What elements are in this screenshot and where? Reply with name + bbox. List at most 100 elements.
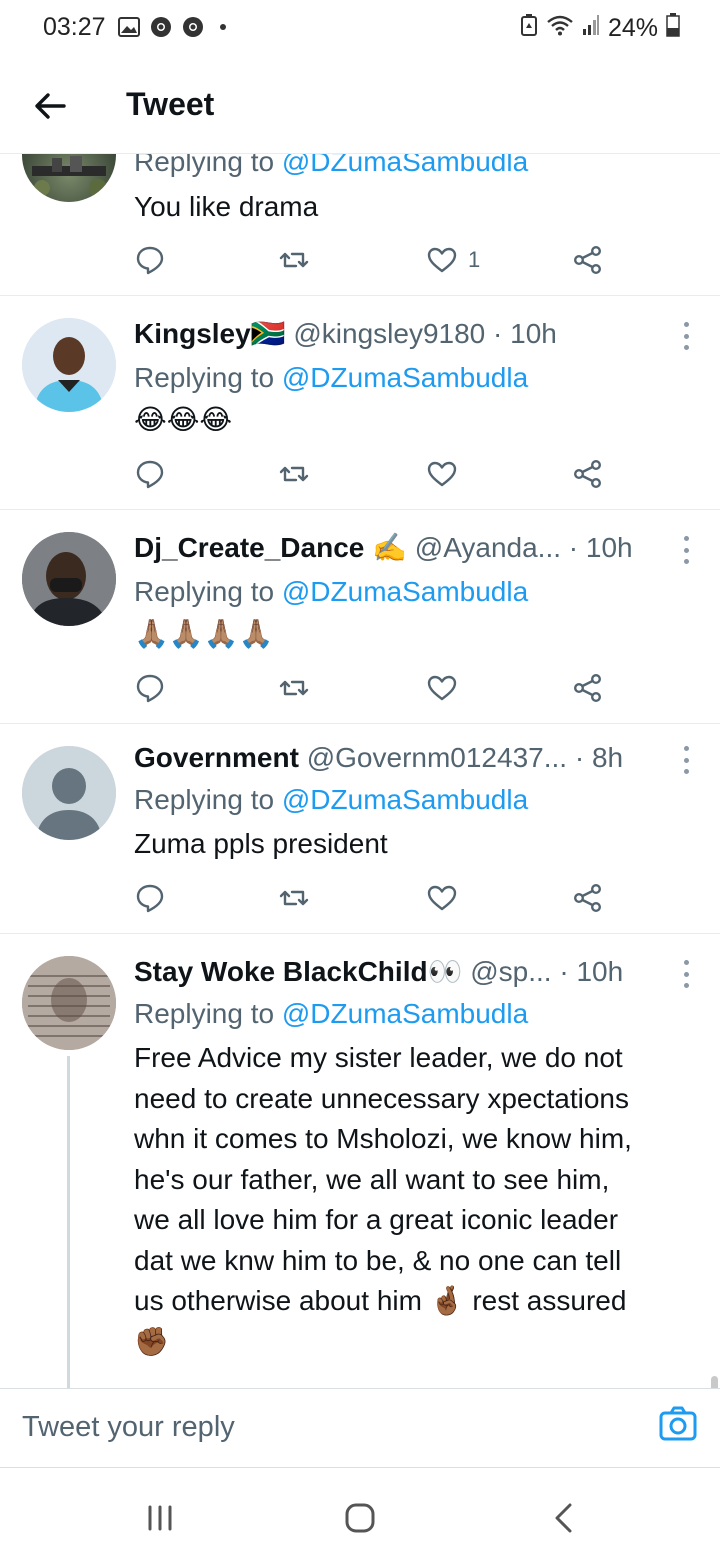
system-navigation-bar: [0, 1468, 720, 1560]
flag-emoji: 🇿🇦: [250, 318, 286, 349]
share-icon: [574, 246, 602, 275]
user-handle[interactable]: @sp...: [470, 956, 551, 987]
more-options-icon[interactable]: [682, 322, 690, 350]
tweet-actions: 1: [134, 240, 614, 280]
more-notifications-dot: [220, 24, 226, 30]
tweet-item[interactable]: Dj_Create_Dance ✍️ @Ayanda... · 10h Repl…: [0, 510, 720, 724]
avatar[interactable]: [22, 746, 116, 840]
reply-context: Replying to @DZumaSambudla: [134, 362, 529, 393]
share-icon: [574, 884, 602, 913]
heart-icon: [427, 675, 457, 701]
avatar[interactable]: [22, 956, 116, 1050]
like-button[interactable]: [426, 668, 458, 708]
camera-icon[interactable]: [658, 1403, 698, 1443]
display-name[interactable]: Dj_Create_Dance: [134, 532, 364, 563]
tweet-text: 😂😂😂: [134, 404, 233, 435]
reply-feed[interactable]: Replying to @DZumaSambudla You like dram…: [0, 154, 720, 1388]
avatar[interactable]: [22, 154, 116, 202]
like-button[interactable]: [426, 878, 458, 918]
back-arrow-icon[interactable]: [30, 86, 70, 126]
reply-to-link[interactable]: @DZumaSambudla: [282, 998, 528, 1029]
top-app-bar: Tweet: [0, 58, 720, 154]
tweet-header: Kingsley🇿🇦 @kingsley9180 · 10h: [134, 314, 650, 354]
reply-icon: [136, 884, 164, 913]
tweet-text-line: whn it comes to Msholozi, we know him,: [134, 1123, 632, 1154]
more-options-icon[interactable]: [682, 536, 690, 564]
tweet-text-line: Free Advice my sister leader, we do not: [134, 1042, 623, 1073]
retweet-button[interactable]: [278, 454, 310, 494]
avatar[interactable]: [22, 318, 116, 412]
default-avatar-icon: [22, 746, 116, 840]
timestamp: · 10h: [493, 318, 557, 349]
tweet-header: Dj_Create_Dance ✍️ @Ayanda... · 10h: [134, 528, 664, 568]
notification-icons: [118, 16, 226, 38]
display-name[interactable]: Kingsley: [134, 318, 251, 349]
status-right: 24%: [520, 13, 680, 44]
reply-button[interactable]: [134, 454, 166, 494]
tweet-actions: [134, 454, 614, 494]
user-handle[interactable]: @Ayanda...: [415, 532, 561, 563]
tweet-actions: [134, 878, 614, 918]
retweet-icon: [279, 890, 309, 906]
eyes-emoji: 👀: [427, 956, 463, 987]
like-button[interactable]: [426, 454, 458, 494]
reply-icon: [136, 460, 164, 489]
timestamp: · 10h: [568, 532, 633, 563]
avatar[interactable]: [22, 532, 116, 626]
tweet-text-line: dat we knw him to be, & no one can tell: [134, 1244, 622, 1276]
chrome-icon: [182, 16, 204, 38]
like-count: 1: [468, 247, 481, 272]
reply-context: Replying to @DZumaSambudla: [134, 998, 529, 1029]
share-button[interactable]: [572, 878, 604, 918]
home-icon[interactable]: [340, 1498, 380, 1538]
retweet-button[interactable]: [278, 878, 310, 918]
retweet-button[interactable]: [278, 668, 310, 708]
tweet-text-line: us otherwise about him 🤞🏾 rest assured: [134, 1285, 627, 1316]
like-button[interactable]: 1: [426, 240, 480, 280]
reply-to-link[interactable]: @DZumaSambudla: [282, 362, 528, 393]
heart-icon: [427, 247, 457, 273]
tweet-item[interactable]: Replying to @DZumaSambudla You like dram…: [0, 154, 720, 296]
reply-context: Replying to @DZumaSambudla: [134, 784, 529, 815]
user-handle[interactable]: @kingsley9180: [293, 318, 485, 349]
heart-icon: [427, 885, 457, 911]
tweet-actions: [134, 668, 614, 708]
page-title: Tweet: [126, 86, 215, 122]
tweet-item[interactable]: Government @Governm012437... · 8h Replyi…: [0, 724, 720, 934]
tweet-item[interactable]: Kingsley🇿🇦 @kingsley9180 · 10h Replying …: [0, 296, 720, 510]
tweet-header: Stay Woke BlackChild👀 @sp... · 10h: [134, 952, 664, 992]
chrome-icon: [150, 16, 172, 38]
scrollbar[interactable]: [711, 1376, 718, 1388]
retweet-icon: [279, 252, 309, 268]
tweet-text-line: we all love him for a great iconic leade…: [134, 1204, 619, 1235]
reply-to-link[interactable]: @DZumaSambudla: [282, 576, 528, 607]
heart-icon: [427, 461, 457, 487]
retweet-icon: [279, 466, 309, 482]
more-options-icon[interactable]: [682, 746, 690, 774]
reply-to-link[interactable]: @DZumaSambudla: [282, 154, 528, 177]
timestamp: · 10h: [559, 956, 624, 987]
display-name[interactable]: Government: [134, 742, 299, 773]
reply-button[interactable]: [134, 878, 166, 918]
share-button[interactable]: [572, 668, 604, 708]
battery-percent: 24%: [607, 14, 658, 42]
reply-button[interactable]: [134, 240, 166, 280]
reply-button[interactable]: [134, 668, 166, 708]
reply-icon: [136, 246, 164, 275]
back-nav-icon[interactable]: [544, 1498, 584, 1538]
more-options-icon[interactable]: [682, 960, 690, 988]
user-handle[interactable]: @Governm012437...: [307, 742, 567, 773]
tweet-item[interactable]: Stay Woke BlackChild👀 @sp... · 10h Reply…: [0, 934, 720, 1388]
gallery-icon: [118, 16, 140, 38]
writing-hand-emoji: ✍️: [372, 532, 407, 563]
retweet-button[interactable]: [278, 240, 310, 280]
display-name[interactable]: Stay Woke BlackChild: [134, 956, 428, 987]
wifi-icon: [546, 14, 574, 43]
signal-icon: [582, 14, 600, 43]
share-button[interactable]: [572, 454, 604, 494]
recent-apps-icon[interactable]: [140, 1498, 180, 1538]
status-bar: 03:27 24%: [0, 0, 720, 58]
reply-to-link[interactable]: @DZumaSambudla: [282, 784, 528, 815]
tweet-reply-input[interactable]: Tweet your reply: [22, 1411, 235, 1444]
share-button[interactable]: [572, 240, 604, 280]
